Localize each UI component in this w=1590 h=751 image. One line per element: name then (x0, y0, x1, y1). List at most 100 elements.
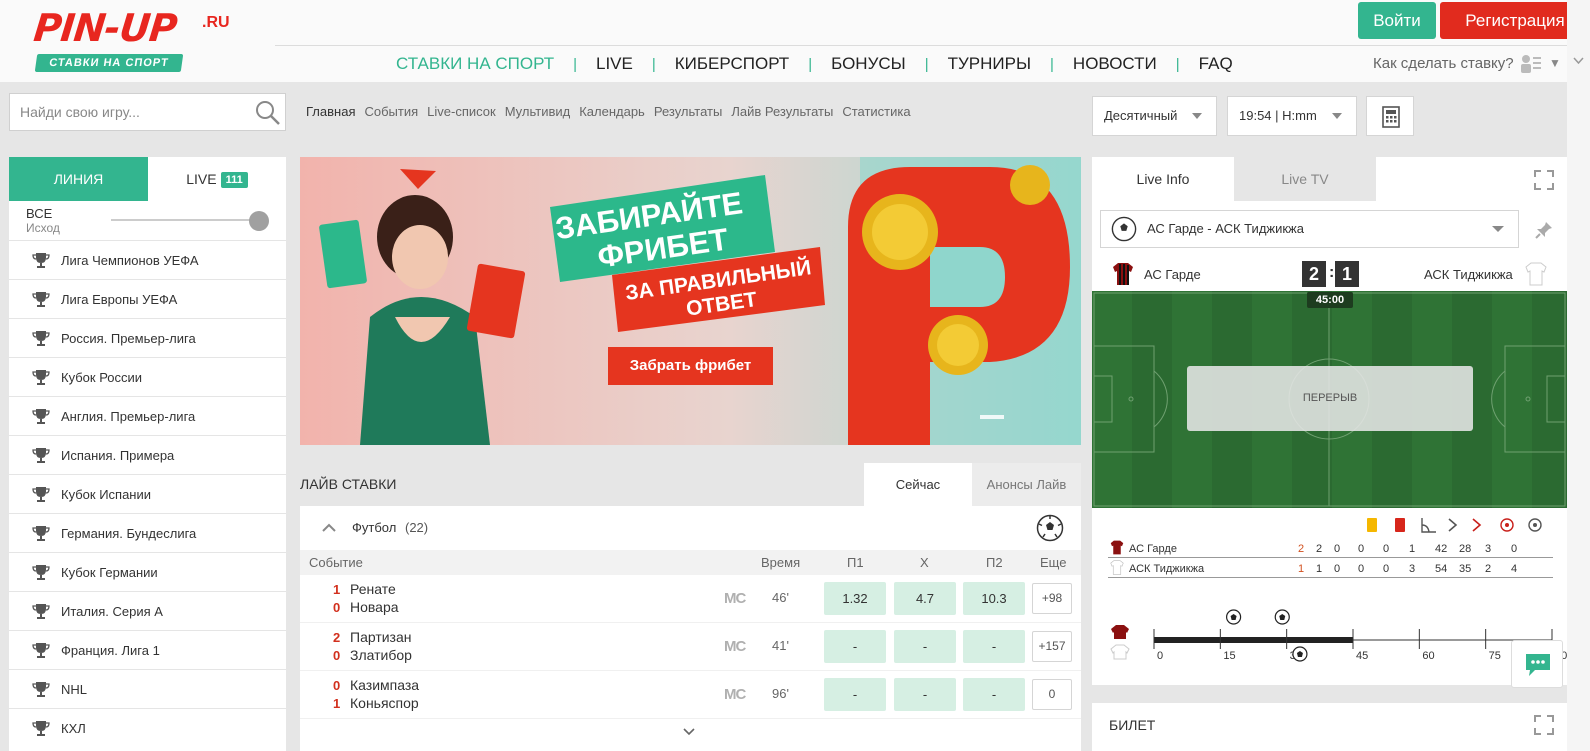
subnav-live-results[interactable]: Лайв Результаты (731, 104, 833, 119)
league-item[interactable]: Испания. Примера (9, 435, 286, 474)
nav-esports[interactable]: КИБЕРСПОРТ (656, 54, 808, 74)
logo-tagline: СТАВКИ НА СПОРТ (34, 54, 184, 72)
timeline-tick-label: 0 (1157, 650, 1163, 662)
live-bets-title: ЛАЙВ СТАВКИ (300, 476, 397, 492)
subnav-live-list[interactable]: Live-список (427, 104, 496, 119)
goal-icon (1274, 609, 1290, 625)
logo[interactable]: PIN-UP .RU СТАВКИ НА СПОРТ (30, 6, 230, 72)
trophy-icon (32, 565, 50, 580)
chevron-down-icon[interactable]: ▼ (1549, 56, 1561, 70)
fullscreen-icon[interactable] (1534, 170, 1554, 190)
calculator-button[interactable] (1366, 96, 1414, 136)
pin-icon[interactable] (1535, 221, 1553, 239)
stat-value: 0 (1383, 563, 1390, 575)
league-item[interactable]: Англия. Премьер-лига (9, 396, 286, 435)
all-filter: ВСЕ Исход (26, 206, 60, 236)
timeline-tick-label: 60 (1422, 650, 1434, 662)
odd-p2[interactable]: - (963, 678, 1025, 711)
search-icon[interactable] (255, 100, 281, 126)
fullscreen-icon[interactable] (1534, 715, 1554, 735)
league-item[interactable]: Кубок России (9, 357, 286, 396)
calculator-icon (1382, 106, 1400, 128)
how-to-bet-link[interactable]: Как сделать ставку? (1373, 55, 1514, 72)
tab-line[interactable]: ЛИНИЯ (9, 157, 148, 201)
sport-group-football[interactable]: Футбол (22) (300, 506, 1081, 550)
odd-p2[interactable]: - (963, 630, 1025, 663)
more-markets-button[interactable]: 0 (1032, 679, 1072, 710)
promo-banner[interactable]: ЗАБИРАЙТЕ ФРИБЕТ ЗА ПРАВИЛЬНЫЙ ОТВЕТ Заб… (300, 157, 1081, 445)
chat-button[interactable] (1511, 640, 1563, 688)
subnav-statistics[interactable]: Статистика (842, 104, 910, 119)
match-center-icon[interactable]: MC (724, 638, 746, 655)
odd-p1[interactable]: - (824, 630, 886, 663)
league-item[interactable]: Кубок Германии (9, 552, 286, 591)
league-item[interactable]: Лига Европы УЕФА (9, 279, 286, 318)
table-row[interactable]: 2 Партизан 0 Златибор MC 41' - - - +157 (300, 623, 1081, 671)
odd-p1[interactable]: - (824, 678, 886, 711)
filter-slider-track[interactable] (111, 219, 259, 221)
home-jersey-icon (1113, 263, 1133, 285)
tab-live-tv[interactable]: Live TV (1234, 157, 1376, 201)
time-format-select[interactable]: 19:54 | H:mm (1227, 96, 1357, 136)
league-item[interactable]: Италия. Серия А (9, 591, 286, 630)
chevron-down-icon[interactable] (1573, 56, 1584, 66)
more-markets-button[interactable]: +98 (1032, 583, 1072, 614)
subnav-home[interactable]: Главная (306, 104, 355, 119)
search-input[interactable] (20, 102, 250, 122)
league-item[interactable]: Франция. Лига 1 (9, 630, 286, 669)
subnav-calendar[interactable]: Календарь (579, 104, 645, 119)
league-item[interactable]: Лига Чемпионов УЕФА (9, 240, 286, 279)
trophy-icon (32, 370, 50, 385)
nav-faq[interactable]: FAQ (1180, 54, 1252, 74)
league-item[interactable]: Россия. Премьер-лига (9, 318, 286, 357)
bet-guide-icon[interactable] (1520, 54, 1542, 74)
trophy-icon (32, 526, 50, 541)
nav-live[interactable]: LIVE (577, 54, 652, 74)
league-item[interactable]: NHL (9, 669, 286, 708)
bet-slip-header[interactable]: БИЛЕТ (1092, 703, 1567, 751)
login-button[interactable]: Войти (1358, 2, 1436, 39)
odd-p1[interactable]: 1.32 (824, 582, 886, 615)
banner-cta-button[interactable]: Забрать фрибет (608, 347, 773, 385)
odds-format-select[interactable]: Десятичный (1092, 96, 1217, 136)
more-markets-button[interactable]: +157 (1032, 631, 1072, 662)
away-score: 1 (333, 696, 341, 711)
league-item[interactable]: Кубок Испании (9, 474, 286, 513)
tab-announcements[interactable]: Анонсы Лайв (972, 463, 1081, 506)
chevron-down-icon[interactable] (683, 728, 695, 736)
stat-value: 42 (1435, 543, 1448, 555)
league-item[interactable]: Германия. Бундеслига (9, 513, 286, 552)
live-bets-table: Футбол (22) Событие Время П1 X П2 Еще 1Р… (300, 506, 1081, 751)
away-jersey-icon (1110, 560, 1124, 575)
match-center-icon[interactable]: MC (724, 686, 746, 703)
page-scrollbar[interactable] (1567, 0, 1590, 751)
subnav-events[interactable]: События (364, 104, 418, 119)
table-row[interactable]: 1 Ренате 0 Новара MC 46' 1.32 4.7 10.3 +98 (300, 575, 1081, 623)
sports-sidebar: ЛИНИЯ LIVE 111 ВСЕ Исход Лига Чемпионов У… (9, 157, 286, 751)
nav-bonuses[interactable]: БОНУСЫ (812, 54, 925, 74)
table-row[interactable]: 0 Казимпаза 1 Коньяспор MC 96' - - -0 (300, 671, 1081, 719)
tab-live-info[interactable]: Live Info (1092, 157, 1234, 201)
col-event: Событие (309, 555, 363, 570)
league-item[interactable]: КХЛ (9, 708, 286, 747)
odd-x[interactable]: - (894, 678, 956, 711)
odd-x[interactable]: 4.7 (894, 582, 956, 615)
stat-value: 2 (1298, 543, 1305, 555)
col-p1: П1 (847, 555, 864, 570)
match-select[interactable]: АС Гарде - АСК Тиджикжа (1100, 210, 1519, 248)
match-center-icon[interactable]: MC (724, 590, 746, 607)
tab-live[interactable]: LIVE 111 (148, 157, 286, 201)
chevron-up-icon[interactable] (322, 523, 336, 532)
nav-news[interactable]: НОВОСТИ (1054, 54, 1176, 74)
home-team: Казимпаза (350, 677, 420, 693)
tab-now[interactable]: Сейчас (864, 463, 972, 506)
subnav-results[interactable]: Результаты (654, 104, 722, 119)
filter-slider-handle[interactable] (249, 211, 269, 231)
subnav-multiview[interactable]: Мультивид (505, 104, 571, 119)
odds-format-value: Десятичный (1104, 108, 1178, 123)
chevron-down-icon (1492, 226, 1504, 232)
nav-sports-betting[interactable]: СТАВКИ НА СПОРТ (396, 54, 573, 74)
odd-p2[interactable]: 10.3 (963, 582, 1025, 615)
odd-x[interactable]: - (894, 630, 956, 663)
nav-tournaments[interactable]: ТУРНИРЫ (929, 54, 1050, 74)
